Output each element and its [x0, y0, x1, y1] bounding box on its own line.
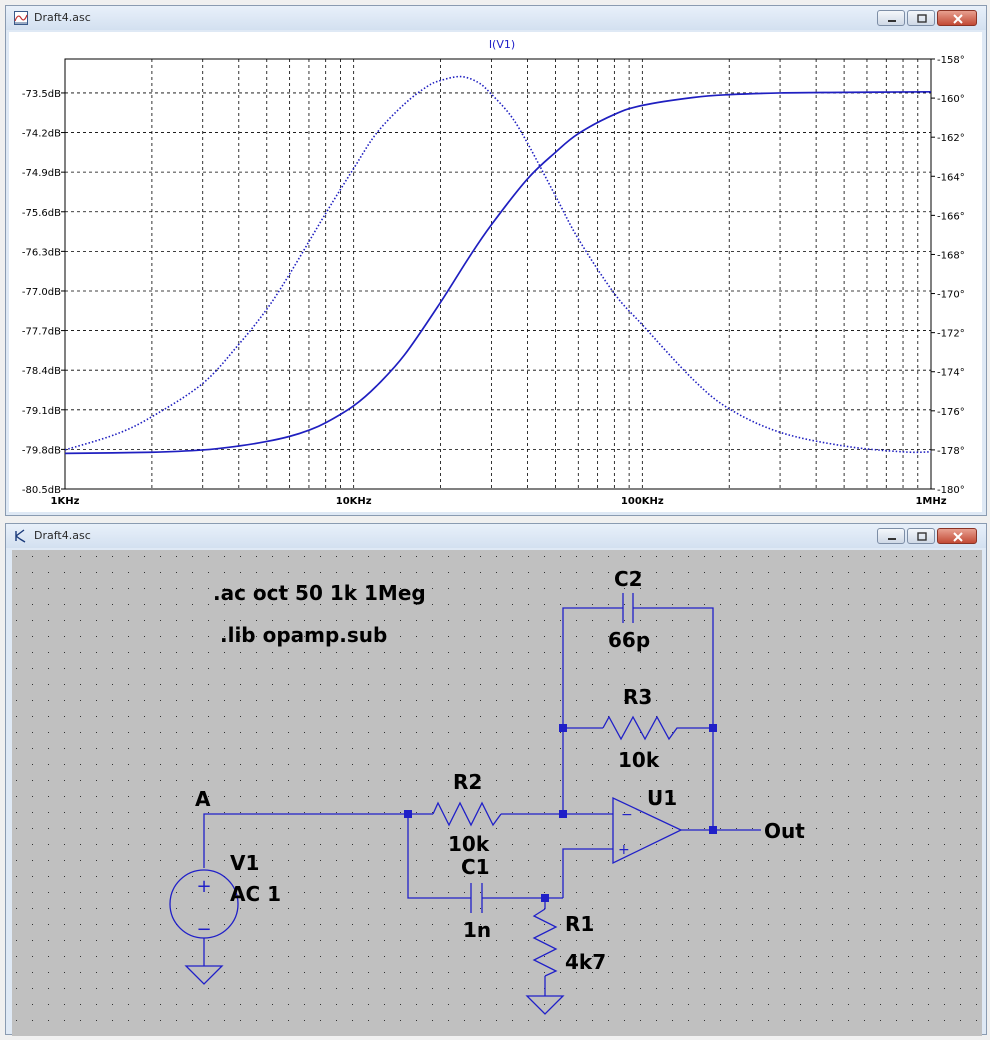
y-left-tick-label: -74.9dB [22, 168, 61, 179]
y-left-tick-label: -77.0dB [22, 287, 61, 298]
x-tick-label: 1MHz [915, 496, 946, 507]
close-icon [953, 14, 963, 24]
v1-name[interactable]: V1 [230, 851, 259, 875]
y-right-tick-label: -166° [937, 211, 965, 222]
close-button[interactable] [937, 528, 977, 544]
y-right-tick-label: -168° [937, 250, 965, 261]
junction-dot [709, 826, 717, 834]
y-right-tick-label: -170° [937, 290, 965, 301]
bode-plot[interactable]: I(V1) -73.5dB -74.2dB -74.9dB -75.6dB -76.3d… [9, 32, 982, 512]
c2-value[interactable]: 66p [608, 628, 650, 652]
minimize-icon [888, 20, 896, 22]
plot-pane[interactable]: I(V1) -73.5dB -74.2dB -74.9dB -75.6dB -76.3d… [9, 32, 982, 512]
y-left-tick-label: -76.3dB [22, 247, 61, 258]
y-right-tick-label: -164° [937, 172, 965, 183]
junction-dot [541, 894, 549, 902]
plot-window[interactable]: Draft4.asc I(V1) -73.5dB -74.2dB -74.9dB -7… [5, 5, 987, 516]
schematic-canvas[interactable]: + − − + .ac oct 50 1k 1Meg .lib opamp.su… [12, 550, 982, 1036]
r3-name[interactable]: R3 [623, 685, 652, 709]
close-icon [953, 532, 963, 542]
x-tick-label: 100KHz [621, 496, 664, 507]
y-right-tick-label: -158° [937, 55, 965, 66]
y-right-tick-label: -178° [937, 446, 965, 457]
net-label-a[interactable]: A [195, 787, 211, 811]
plot-grid [64, 58, 932, 490]
spice-directive-ac[interactable]: .ac oct 50 1k 1Meg [213, 581, 426, 605]
y-right-tick-label: -160° [937, 94, 965, 105]
minimize-button[interactable] [877, 10, 905, 26]
y-left-tick-label: -79.1dB [22, 406, 61, 417]
schematic-window[interactable]: Draft4.asc + − − + .ac oct 50 1k 1Meg .l… [5, 523, 987, 1036]
y-left-tick-label: -79.8dB [22, 445, 61, 456]
y-left-tick-label: -74.2dB [22, 129, 61, 140]
r2-name[interactable]: R2 [453, 770, 482, 794]
waveform-viewer-icon [14, 11, 28, 25]
close-button[interactable] [937, 10, 977, 26]
trace-name[interactable]: I(V1) [489, 38, 515, 51]
x-tick-label: 10KHz [336, 496, 372, 507]
plot-traces [64, 75, 932, 455]
x-tick-label: 1KHz [51, 496, 80, 507]
y-left-tick-label: -78.4dB [22, 366, 61, 377]
restore-icon [917, 14, 927, 23]
r3-value[interactable]: 10k [618, 748, 660, 772]
y-left-tick-label: -80.5dB [22, 485, 61, 496]
schematic-icon [15, 529, 26, 543]
c1-name[interactable]: C1 [461, 855, 490, 879]
plot-axes: -73.5dB -74.2dB -74.9dB -75.6dB -76.3dB -77.0… [22, 55, 965, 507]
y-right-tick-label: -172° [937, 329, 965, 340]
minimize-button[interactable] [877, 528, 905, 544]
opamp-minus-pin: − [621, 807, 633, 823]
c1-value[interactable]: 1n [463, 918, 491, 942]
r1-name[interactable]: R1 [565, 912, 594, 936]
restore-icon [917, 532, 927, 541]
schematic-window-title: Draft4.asc [34, 529, 91, 542]
magnitude-trace[interactable] [64, 90, 932, 455]
y-left-tick-label: -77.7dB [22, 327, 61, 338]
y-left-tick-label: -73.5dB [22, 89, 61, 100]
y-right-tick-label: -176° [937, 407, 965, 418]
c2-name[interactable]: C2 [614, 567, 643, 591]
junction-dot [559, 810, 567, 818]
minimize-icon [888, 538, 896, 540]
plot-window-title: Draft4.asc [34, 11, 91, 24]
schematic-window-titlebar[interactable]: Draft4.asc [6, 524, 986, 548]
r1-value[interactable]: 4k7 [565, 950, 606, 974]
u1-name[interactable]: U1 [647, 786, 677, 810]
y-left-tick-label: -75.6dB [22, 208, 61, 219]
v1-value[interactable]: AC 1 [230, 882, 281, 906]
spice-directive-lib[interactable]: .lib opamp.sub [220, 623, 387, 647]
dot-grid [12, 550, 982, 1036]
r2-value[interactable]: 10k [448, 832, 490, 856]
restore-button[interactable] [907, 10, 935, 26]
y-right-tick-label: -162° [937, 133, 965, 144]
schematic-drawing[interactable]: + − − + .ac oct 50 1k 1Meg .lib opamp.su… [12, 550, 982, 1036]
source-minus-sign: − [196, 919, 211, 940]
junction-dot [709, 724, 717, 732]
junction-dot [559, 724, 567, 732]
junction-dot [404, 810, 412, 818]
restore-button[interactable] [907, 528, 935, 544]
plot-window-titlebar[interactable]: Draft4.asc [6, 6, 986, 30]
source-plus-sign: + [196, 876, 211, 897]
y-right-tick-label: -180° [937, 485, 965, 496]
y-right-tick-label: -174° [937, 368, 965, 379]
opamp-plus-pin: + [618, 842, 630, 858]
net-label-out[interactable]: Out [764, 819, 805, 843]
plot-frame [64, 58, 932, 490]
